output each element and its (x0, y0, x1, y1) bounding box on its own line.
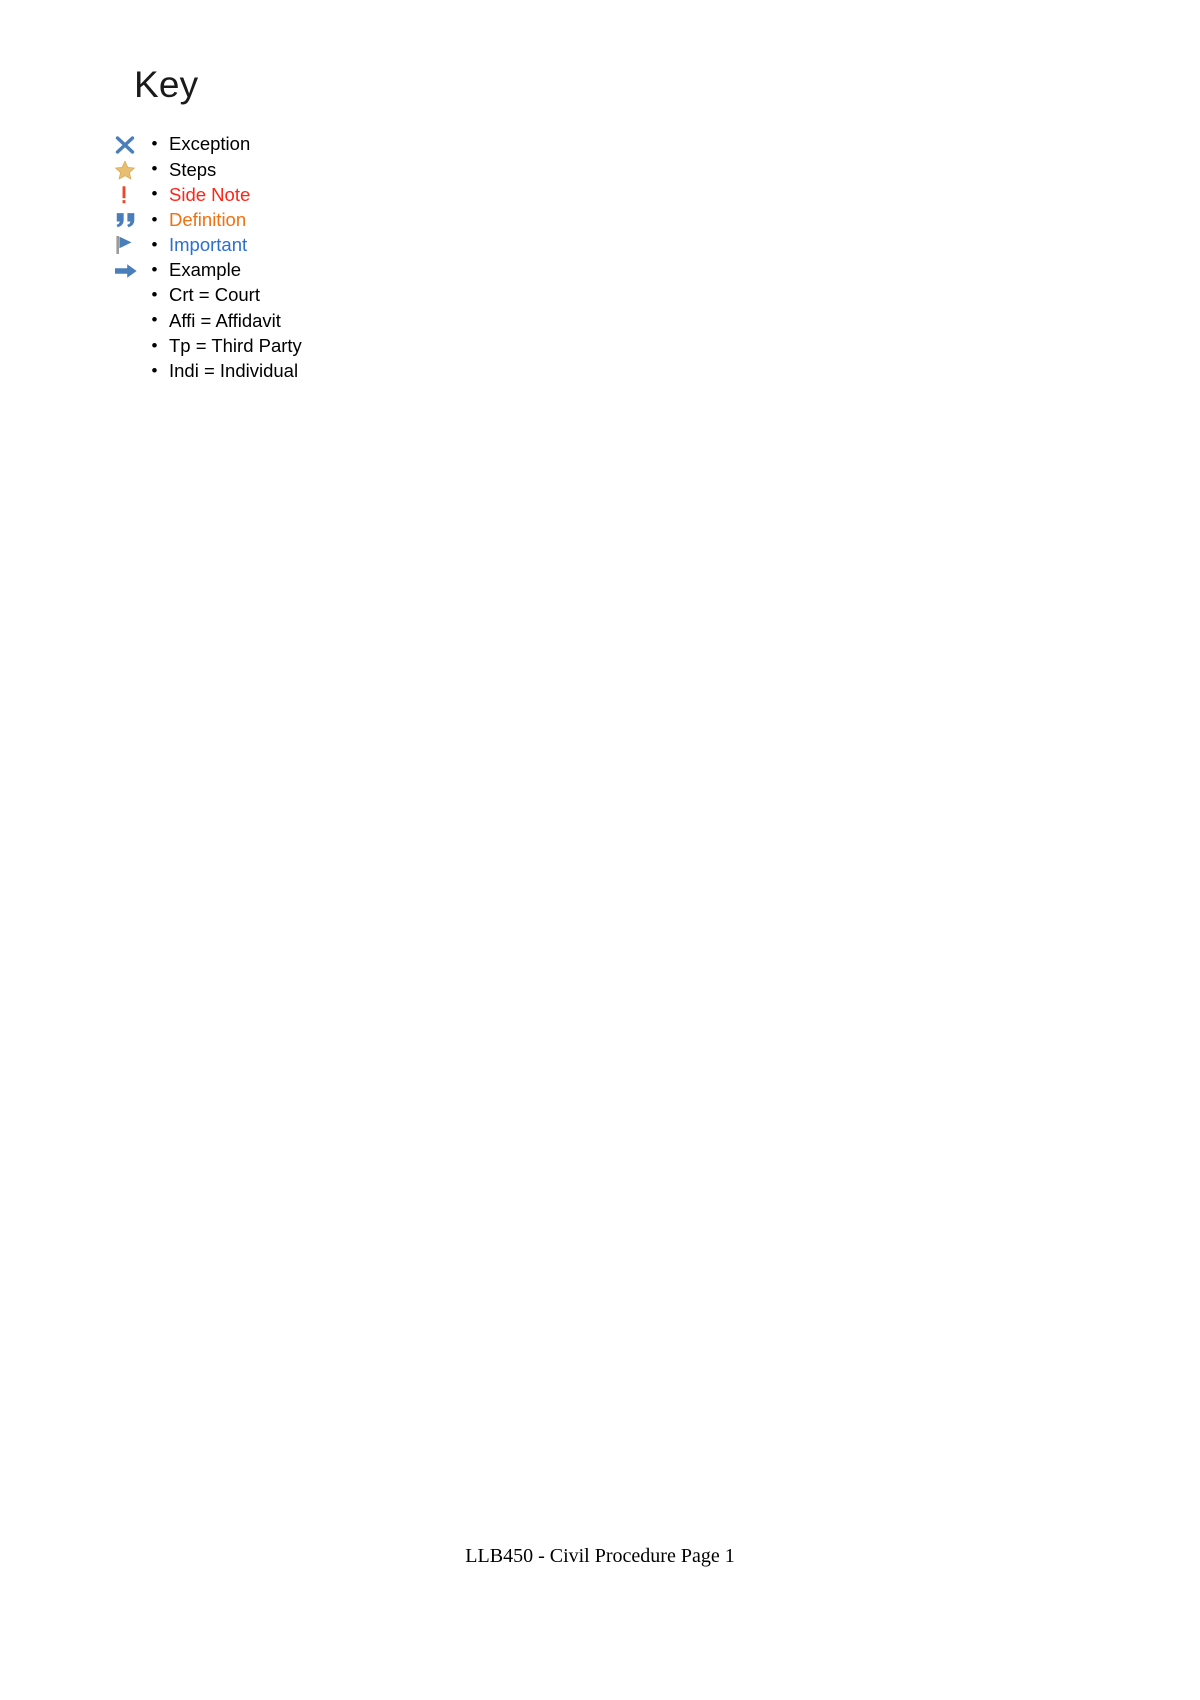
no-icon-spacer (112, 308, 146, 333)
flag-icon (112, 233, 146, 258)
list-item-label: Affi = Affidavit (169, 309, 281, 331)
arrow-right-icon (112, 258, 146, 283)
list-item-label: Exception (169, 133, 251, 155)
exclamation-mark-icon (112, 182, 146, 207)
list-item-label: Important (169, 234, 248, 256)
list-item: • Side Note (112, 182, 672, 207)
page-footer: LLB450 - Civil Procedure Page 1 (465, 1545, 735, 1567)
no-icon-spacer (112, 359, 146, 384)
list-item-label: Indi = Individual (169, 360, 299, 382)
key-legend-list: • Exception • Steps • Side Note • Defini… (112, 132, 672, 384)
bullet-marker: • (151, 134, 158, 154)
bullet-marker: • (151, 360, 158, 380)
list-item: • Example (112, 258, 672, 283)
no-icon-spacer (112, 283, 146, 308)
bullet-marker: • (151, 335, 158, 355)
page-title: Key (134, 64, 199, 105)
bullet-marker: • (151, 285, 158, 305)
bullet-marker: • (151, 209, 158, 229)
no-icon-spacer (112, 334, 146, 359)
list-item-label: Definition (169, 208, 247, 230)
list-item: • Exception (112, 132, 672, 157)
list-item-label: Crt = Court (169, 284, 260, 306)
list-item: • Definition (112, 208, 672, 233)
list-item: • Crt = Court (112, 283, 672, 308)
list-item: • Tp = Third Party (112, 334, 672, 359)
document-page: Key • Exception • Steps • Side Note • De… (0, 0, 1200, 1700)
list-item: • Indi = Individual (112, 359, 672, 384)
bullet-marker: • (151, 310, 158, 330)
bullet-marker: • (151, 184, 158, 204)
cross-x-icon (112, 132, 146, 157)
bullet-marker: • (151, 159, 158, 179)
list-item: • Important (112, 233, 672, 258)
quotation-marks-icon (112, 208, 146, 233)
bullet-marker: • (151, 234, 158, 254)
bullet-marker: • (151, 260, 158, 280)
star-icon (112, 157, 146, 182)
list-item: • Steps (112, 157, 672, 182)
list-item-label: Tp = Third Party (169, 334, 302, 356)
list-item-label: Side Note (169, 183, 251, 205)
list-item-label: Example (169, 259, 241, 281)
list-item: • Affi = Affidavit (112, 308, 672, 333)
list-item-label: Steps (169, 158, 217, 180)
